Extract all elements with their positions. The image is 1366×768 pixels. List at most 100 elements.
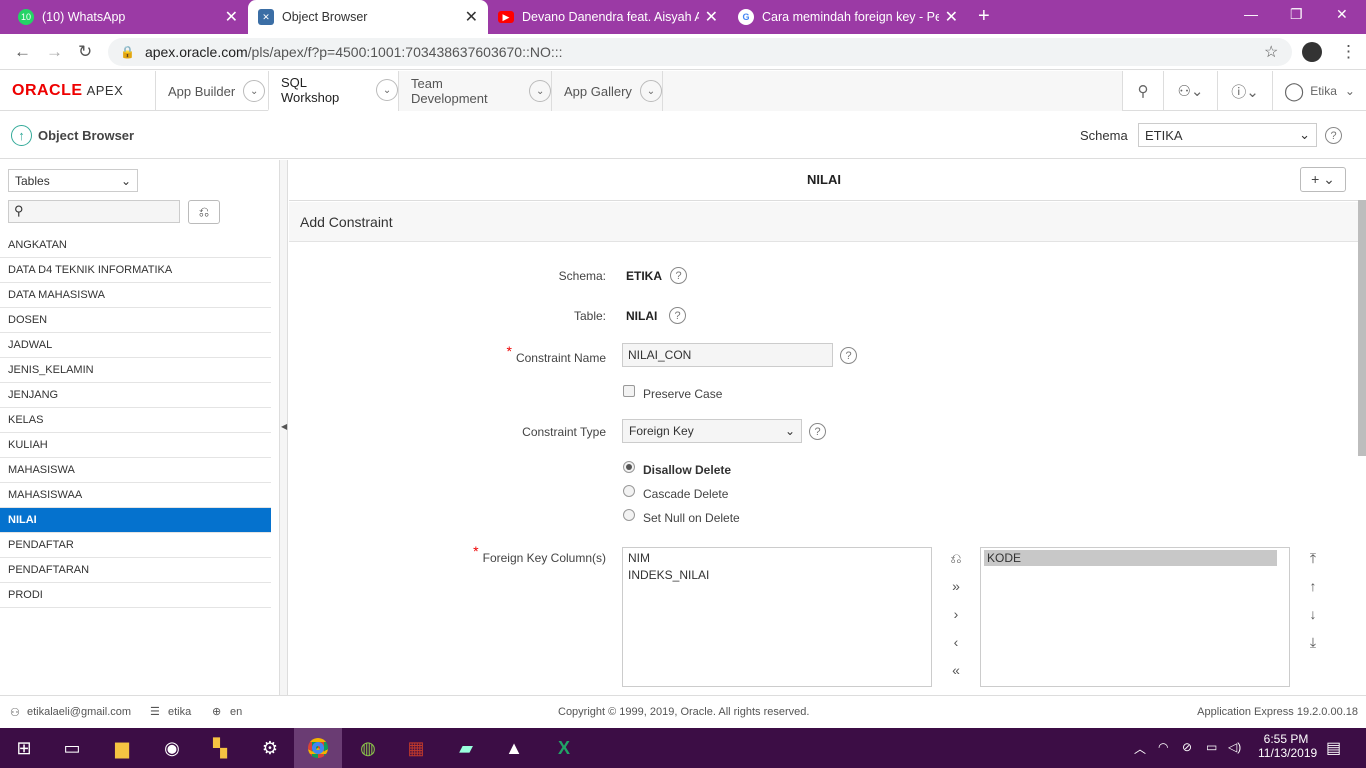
move-left-icon[interactable]: ‹ <box>946 634 966 650</box>
profile-avatar[interactable] <box>1302 42 1322 62</box>
close-tab-icon[interactable]: ✕ <box>945 7 958 27</box>
list-item[interactable]: MAHASISWA <box>0 458 271 483</box>
collapse-left-icon[interactable]: ◀ <box>281 422 287 431</box>
list-item[interactable]: ANGKATAN <box>0 233 271 258</box>
file-explorer-icon[interactable]: ▆ <box>98 728 146 768</box>
chevron-down-icon[interactable]: ⌄ <box>639 80 662 102</box>
chevron-down-icon[interactable]: ⌄ <box>529 80 551 102</box>
move-down-icon[interactable]: ↓ <box>1303 606 1323 622</box>
wifi-icon[interactable]: ◠ <box>1158 740 1168 754</box>
scrollbar[interactable] <box>1358 200 1366 456</box>
menu-sql-workshop[interactable]: SQL Workshop ⌄ <box>268 71 398 111</box>
move-bottom-icon[interactable]: ⤓ <box>1303 634 1323 651</box>
close-window-icon[interactable]: ✕ <box>1336 6 1348 23</box>
close-tab-icon[interactable]: ✕ <box>705 7 718 27</box>
list-item[interactable]: DATA MAHASISWA <box>0 283 271 308</box>
notes-icon[interactable]: ▰ <box>442 728 490 768</box>
move-right-icon[interactable]: › <box>946 606 966 622</box>
android-studio-icon[interactable]: ◍ <box>344 728 392 768</box>
help-icon[interactable]: ? <box>669 307 686 324</box>
list-item[interactable]: PENDAFTARAN <box>0 558 271 583</box>
tab-object-browser[interactable]: ✕ Object Browser ✕ <box>248 0 488 34</box>
close-tab-icon[interactable]: ✕ <box>465 7 478 27</box>
disallow-delete-radio[interactable] <box>623 461 635 473</box>
move-up-icon[interactable]: ↑ <box>1303 578 1323 594</box>
oracle-apex-logo[interactable]: ORACLE APEX <box>12 82 123 100</box>
bookmark-star-icon[interactable]: ☆ <box>1264 42 1278 62</box>
object-type-select[interactable]: Tables ⌄ <box>8 169 138 192</box>
help-icon[interactable]: ⓘ⌄ <box>1217 71 1272 111</box>
windows-start-icon[interactable]: ⊞ <box>0 728 48 768</box>
list-item[interactable]: MAHASISWAA <box>0 483 271 508</box>
menu-app-builder[interactable]: App Builder ⌄ <box>155 71 268 111</box>
list-item[interactable]: DATA D4 TEKNIK INFORMATIKA <box>0 258 271 283</box>
tab-youtube[interactable]: ▶ Devano Danendra feat. Aisyah Ad ✕ <box>488 0 728 34</box>
menu-app-gallery[interactable]: App Gallery ⌄ <box>551 71 663 111</box>
chrome-icon[interactable] <box>294 728 342 768</box>
close-tab-icon[interactable]: ✕ <box>225 7 238 27</box>
battery-icon[interactable]: ▭ <box>1206 740 1217 754</box>
fk-available-list[interactable]: NIM INDEKS_NILAI <box>622 547 932 687</box>
move-all-right-icon[interactable]: » <box>946 578 966 594</box>
list-item[interactable]: JADWAL <box>0 333 271 358</box>
minimize-icon[interactable]: — <box>1244 6 1258 22</box>
user-tasks-icon[interactable]: ⚇⌄ <box>1163 71 1217 111</box>
set-null-radio[interactable] <box>623 509 635 521</box>
back-icon[interactable]: ← <box>14 42 31 62</box>
tab-whatsapp[interactable]: 10 (10) WhatsApp ✕ <box>8 0 248 34</box>
volume-icon[interactable]: ◁) <box>1228 740 1241 754</box>
reset-search-icon[interactable]: ⎌ <box>188 200 220 224</box>
constraint-type-select[interactable]: Foreign Key ⌄ <box>622 419 802 443</box>
list-item[interactable]: NIM <box>623 548 931 568</box>
help-icon[interactable]: ? <box>840 347 857 364</box>
help-icon[interactable]: ? <box>1325 127 1342 144</box>
tab-google[interactable]: G Cara memindah foreign key - Per ✕ <box>728 0 968 34</box>
help-icon[interactable]: ? <box>670 267 687 284</box>
list-item[interactable]: DOSEN <box>0 308 271 333</box>
list-item-selected[interactable]: NILAI <box>0 508 271 533</box>
list-item[interactable]: KULIAH <box>0 433 271 458</box>
panel-splitter[interactable]: ◀ <box>280 160 288 695</box>
menu-dots-icon[interactable]: ⋮ <box>1340 42 1357 62</box>
list-item[interactable]: JENJANG <box>0 383 271 408</box>
list-item[interactable]: JENIS_KELAMIN <box>0 358 271 383</box>
help-icon[interactable]: ? <box>809 423 826 440</box>
move-all-left-icon[interactable]: « <box>946 662 966 678</box>
list-item[interactable]: INDEKS_NILAI <box>623 568 931 582</box>
chevron-down-icon[interactable]: ⌄ <box>376 79 398 101</box>
clock[interactable]: 6:55 PM 11/13/2019 <box>1258 732 1317 760</box>
eclipse-icon[interactable]: ◉ <box>148 728 196 768</box>
url-field[interactable]: 🔒 apex.oracle.com/pls/apex/f?p=4500:1001… <box>108 38 1292 66</box>
cascade-delete-radio[interactable] <box>623 485 635 497</box>
constraint-name-field[interactable]: NILAI_CON <box>622 343 833 367</box>
photos-icon[interactable]: ▲ <box>490 728 538 768</box>
forward-icon[interactable]: → <box>46 42 63 62</box>
list-item-selected[interactable]: KODE <box>984 550 1277 566</box>
app-icon[interactable]: ▚ <box>196 728 244 768</box>
list-item[interactable]: PENDAFTAR <box>0 533 271 558</box>
list-item[interactable]: KELAS <box>0 408 271 433</box>
add-object-button[interactable]: + ⌄ <box>1300 167 1346 192</box>
task-view-icon[interactable]: ▭ <box>48 728 96 768</box>
search-icon[interactable]: ⚲ <box>1122 71 1163 111</box>
winrar-icon[interactable]: ▦ <box>392 728 440 768</box>
tray-chevron-up-icon[interactable]: ︿ <box>1134 740 1146 757</box>
network-tool-icon[interactable]: ⚙ <box>246 728 294 768</box>
notifications-icon[interactable]: ▤ <box>1326 738 1341 758</box>
new-tab-icon[interactable]: + <box>978 5 990 28</box>
menu-team-development[interactable]: Team Development ⌄ <box>398 71 551 111</box>
footer-language[interactable]: en <box>230 706 242 718</box>
move-top-icon[interactable]: ⤒ <box>1303 550 1323 567</box>
search-input[interactable]: ⚲ <box>8 200 180 223</box>
excel-icon[interactable]: X <box>540 728 588 768</box>
reset-shuttle-icon[interactable]: ⎌ <box>946 550 966 567</box>
user-menu[interactable]: ◯ Etika ⌄ <box>1272 71 1366 111</box>
list-item[interactable]: PRODI <box>0 583 271 608</box>
restore-icon[interactable]: ❐ <box>1290 6 1303 23</box>
network-warning-icon[interactable]: ⊘ <box>1182 740 1192 754</box>
preserve-case-checkbox[interactable] <box>623 385 635 397</box>
schema-select[interactable]: ETIKA ⌄ <box>1138 123 1317 147</box>
chevron-down-icon[interactable]: ⌄ <box>243 80 266 102</box>
fk-selected-list[interactable]: KODE <box>980 547 1290 687</box>
arrow-up-icon[interactable]: ↑ <box>11 125 32 146</box>
